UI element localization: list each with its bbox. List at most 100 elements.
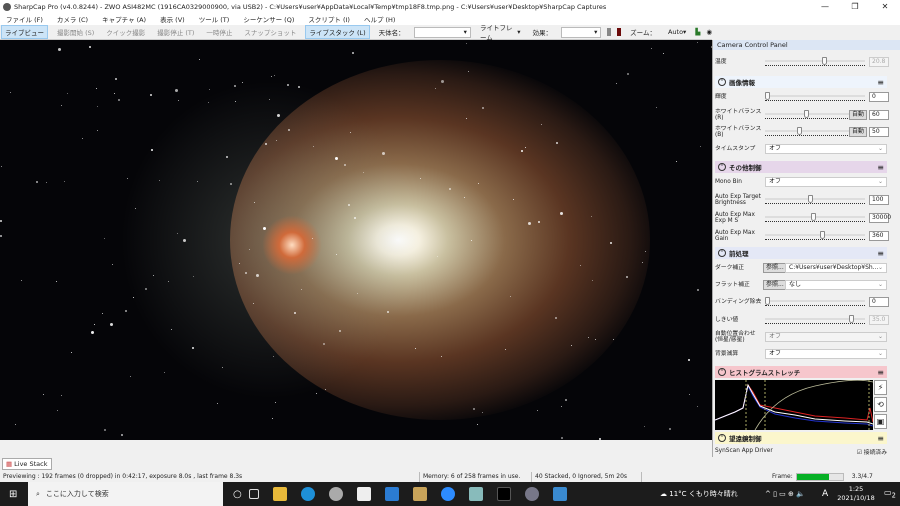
menu-help[interactable]: ヘルプ (H)	[364, 14, 396, 24]
capture-image-view[interactable]	[0, 40, 712, 440]
task-view-icon[interactable]	[248, 489, 259, 499]
menu-icon[interactable]: ≡	[877, 434, 884, 443]
cortana-icon[interactable]: ○	[233, 489, 242, 500]
section-preprocessing[interactable]: ⌃ 前処理 ≡	[715, 247, 887, 259]
ae-target-slider[interactable]	[765, 195, 865, 205]
tab-live-stack[interactable]: ▦ Live Stack	[2, 458, 52, 470]
app-icon-3[interactable]	[496, 487, 511, 501]
notification-icon[interactable]: ▭2	[884, 488, 896, 500]
wb-red-value[interactable]: 60	[869, 110, 889, 120]
slider-thumb[interactable]	[822, 57, 827, 65]
menu-scripting[interactable]: スクリプト (I)	[308, 14, 350, 24]
wb-red-slider[interactable]	[765, 110, 850, 120]
taskbar-search[interactable]: ⌕ ここに入力して検索	[28, 482, 223, 506]
zoom-select[interactable]: Auto ▾	[665, 27, 689, 38]
menu-tools[interactable]: ツール (T)	[199, 14, 230, 24]
windows-start-icon[interactable]: ⊞	[9, 489, 17, 500]
weather-widget[interactable]: ☁ 11°C くもり時々晴れ	[660, 489, 738, 499]
store-icon[interactable]	[356, 487, 371, 501]
app-icon[interactable]	[328, 487, 343, 501]
mail-icon[interactable]	[384, 487, 399, 501]
wb-blue-value[interactable]: 50	[869, 127, 889, 137]
reset-icon[interactable]: ⟲	[874, 397, 887, 412]
save-icon[interactable]: ▣	[874, 414, 887, 429]
menu-icon[interactable]: ≡	[877, 78, 884, 87]
ae-max-exp-value[interactable]: 30000	[869, 213, 891, 223]
histogram-icon[interactable]: ▙	[695, 28, 700, 36]
banding-value[interactable]: 0	[869, 297, 889, 307]
edge-icon[interactable]	[300, 487, 315, 501]
section-misc-controls[interactable]: ⌃ その他制御 ≡	[715, 161, 887, 173]
section-image-info[interactable]: ⌃ 画像情報 ≡	[715, 76, 887, 88]
pause-button[interactable]: 一時停止	[203, 26, 235, 38]
dark-browse-button[interactable]: 参照...	[763, 263, 787, 273]
close-button[interactable]: ✕	[870, 0, 900, 13]
timestamp-select[interactable]: オフ ⌄	[765, 144, 887, 154]
ae-target-value[interactable]: 100	[869, 195, 889, 205]
ae-max-gain-value[interactable]: 360	[869, 231, 889, 241]
live-stack-button[interactable]: ライブスタック (L)	[305, 25, 370, 39]
sharpcap-taskbar-icon[interactable]	[524, 487, 539, 501]
color-swatch-red[interactable]	[617, 28, 622, 36]
menu-file[interactable]: ファイル (F)	[6, 14, 43, 24]
menu-icon[interactable]: ≡	[877, 163, 884, 172]
slider-thumb[interactable]	[848, 315, 854, 323]
maximize-button[interactable]: ❐	[840, 0, 870, 13]
zoom-app-icon[interactable]	[440, 487, 455, 501]
slider-thumb[interactable]	[797, 127, 803, 135]
quick-capture-button[interactable]: クイック撮影	[103, 26, 148, 38]
snapshot-button[interactable]: スナップショット	[241, 26, 299, 38]
frame-type-select[interactable]: ライトフレーム ▾	[477, 24, 524, 42]
slider-thumb[interactable]	[803, 110, 809, 118]
mono-bin-select[interactable]: オフ ⌄	[765, 177, 887, 187]
section-histogram-stretch[interactable]: ⌃ ヒストグラムストレッチ ≡	[715, 366, 887, 378]
panel-scrollbar[interactable]	[890, 50, 900, 457]
wb-blue-slider[interactable]	[765, 127, 850, 137]
ae-max-gain-slider[interactable]	[765, 231, 865, 241]
app-icon-2[interactable]	[468, 487, 483, 501]
star	[217, 403, 219, 405]
minimize-button[interactable]: —	[810, 0, 840, 13]
connected-checkbox[interactable]: ☑ 接続済み	[857, 447, 887, 456]
menu-capture[interactable]: キャプチャ (A)	[102, 14, 146, 24]
slider-thumb[interactable]	[820, 231, 826, 239]
auto-stretch-icon[interactable]: ⚡	[874, 380, 887, 395]
slider-thumb[interactable]	[807, 195, 813, 203]
wb-red-auto-button[interactable]: 自動	[848, 110, 867, 120]
dark-file-select[interactable]: C:¥Users¥user¥Desktop¥Sh... ⌄	[785, 263, 887, 273]
brightness-slider[interactable]	[765, 92, 865, 102]
photos-icon[interactable]	[552, 487, 567, 501]
clock[interactable]: 1:25 2021/10/18	[836, 485, 876, 503]
color-swatch-grey[interactable]	[607, 28, 612, 36]
menu-camera[interactable]: カメラ (C)	[57, 14, 88, 24]
stop-capture-button[interactable]: 撮影停止 (T)	[154, 26, 197, 38]
effect-select[interactable]: ▾	[561, 26, 602, 38]
menu-icon[interactable]: ≡	[877, 368, 884, 377]
wb-blue-auto-button[interactable]: 自動	[848, 127, 867, 137]
bg-subtraction-select[interactable]: オフ ⌄	[765, 349, 887, 359]
start-capture-button[interactable]: 撮影開始 (S)	[54, 26, 97, 38]
histogram-chart[interactable]	[715, 380, 873, 430]
live-view-button[interactable]: ライブビュー	[1, 25, 48, 39]
slider-thumb[interactable]	[765, 92, 770, 100]
banding-slider[interactable]	[765, 297, 865, 307]
star	[348, 203, 351, 206]
menu-view[interactable]: 表示 (V)	[160, 14, 185, 24]
menu-icon[interactable]: ≡	[877, 249, 884, 258]
paint-icon[interactable]	[412, 487, 427, 501]
ime-indicator[interactable]: A	[822, 489, 828, 499]
slider-thumb[interactable]	[810, 213, 816, 221]
ae-max-exp-slider[interactable]	[765, 213, 865, 223]
brightness-value[interactable]: 0	[869, 92, 889, 102]
tray-icons[interactable]: ^ ▯ ▭ ⊕ 🔈	[765, 490, 805, 498]
flat-browse-button[interactable]: 参照...	[763, 280, 787, 290]
histogram-red	[715, 383, 873, 423]
flat-file-select[interactable]: なし ⌄	[785, 280, 887, 290]
target-name-select[interactable]: ▾	[413, 26, 471, 38]
star	[312, 145, 314, 147]
section-telescope-control[interactable]: ⌃ 望遠鏡制御 ≡	[715, 432, 887, 444]
slider-thumb[interactable]	[765, 297, 770, 305]
file-explorer-icon[interactable]	[272, 487, 287, 501]
menu-sequencer[interactable]: シーケンサー (Q)	[243, 14, 294, 24]
reticle-icon[interactable]: ◉	[706, 28, 712, 36]
